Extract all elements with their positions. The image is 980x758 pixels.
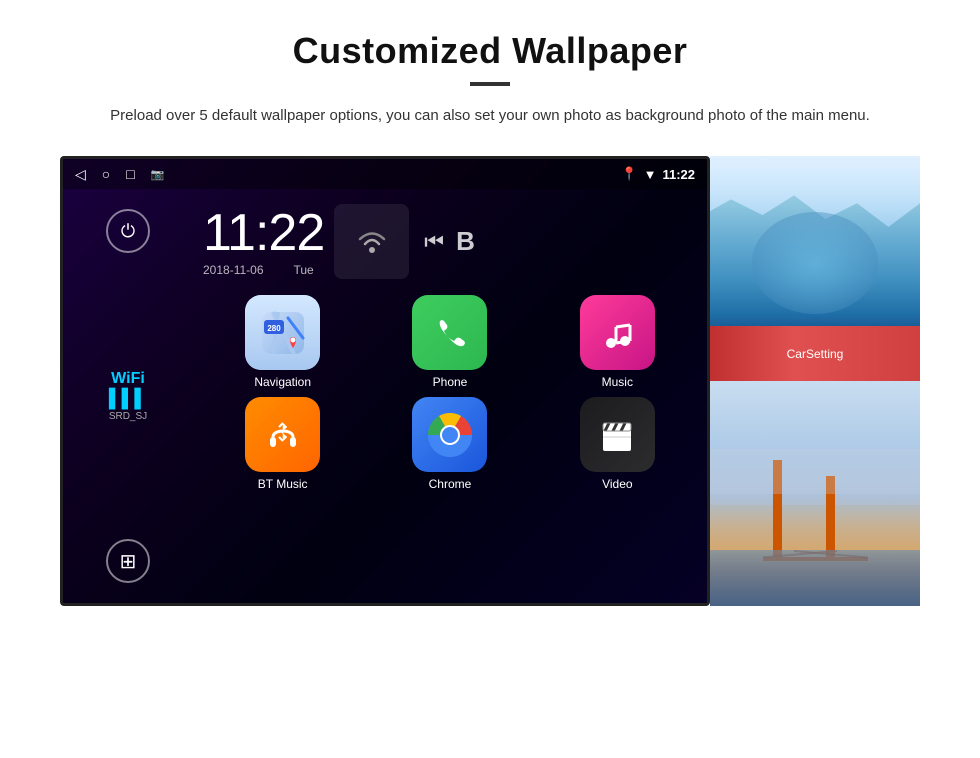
android-screen: ◁ ○ □ 📷 📍 ▼ 11:22 ⏻ WiFi ▌▌▌: [60, 156, 710, 606]
location-icon: 📍: [621, 166, 637, 182]
left-sidebar: ⏻ WiFi ▌▌▌ SRD_SJ ⊞: [63, 189, 193, 603]
music-app-label: Music: [602, 375, 633, 389]
page-wrapper: Customized Wallpaper Preload over 5 defa…: [0, 0, 980, 626]
screen-container: ◁ ○ □ 📷 📍 ▼ 11:22 ⏻ WiFi ▌▌▌: [60, 156, 920, 606]
camera-icon: 📷: [151, 168, 165, 181]
grid-button[interactable]: ⊞: [106, 539, 150, 583]
maps-icon-svg: 280: [258, 308, 308, 358]
power-icon: ⏻: [121, 221, 135, 242]
skip-prev-icon[interactable]: ⏮: [424, 229, 444, 255]
music-icon-svg: [597, 313, 637, 353]
home-icon[interactable]: ○: [102, 166, 110, 182]
back-icon[interactable]: ◁: [75, 166, 86, 183]
clock-date-value: 2018-11-06: [203, 263, 264, 277]
bt-app-label: BT Music: [258, 477, 308, 491]
recent-icon[interactable]: □: [126, 166, 134, 182]
signal-wave-icon: [352, 222, 392, 262]
bt-icon-svg: [263, 415, 303, 455]
wifi-label: WiFi: [111, 370, 145, 387]
clock-date: 2018-11-06 Tue: [203, 263, 324, 277]
chrome-app-icon: [412, 397, 487, 472]
power-button[interactable]: ⏻: [106, 209, 150, 253]
phone-app-icon: [412, 295, 487, 370]
app-grid: 280 Navigation: [193, 289, 707, 497]
page-description: Preload over 5 default wallpaper options…: [60, 104, 920, 128]
nav-app-icon: 280: [245, 295, 320, 370]
music-app-icon: [580, 295, 655, 370]
app-item-bt-music[interactable]: BT Music: [203, 397, 362, 491]
car-setting-thumb[interactable]: CarSetting: [710, 326, 920, 381]
video-app-label: Video: [602, 477, 632, 491]
app-item-video[interactable]: Video: [538, 397, 697, 491]
signal-icon: ▼: [644, 167, 657, 182]
main-content: 11:22 2018-11-06 Tue: [193, 189, 707, 603]
bt-app-icon: [245, 397, 320, 472]
app-item-phone[interactable]: Phone: [370, 295, 529, 389]
clock-area: 11:22 2018-11-06 Tue: [193, 189, 707, 289]
car-setting-label: CarSetting: [787, 347, 844, 361]
status-bar: ◁ ○ □ 📷 📍 ▼ 11:22: [63, 159, 707, 189]
wallpaper-top-container[interactable]: CarSetting: [710, 156, 920, 381]
wallpaper-panel: CarSetting: [710, 156, 920, 606]
video-icon-svg: [597, 415, 637, 455]
wifi-ssid: SRD_SJ: [109, 411, 147, 422]
app-item-chrome[interactable]: Chrome: [370, 397, 529, 491]
nav-app-label: Navigation: [254, 375, 311, 389]
wifi-info: WiFi ▌▌▌ SRD_SJ: [109, 370, 147, 422]
title-divider: [470, 82, 510, 86]
media-box[interactable]: [334, 204, 409, 279]
chrome-icon-svg: [425, 410, 475, 460]
app-item-music[interactable]: Music: [538, 295, 697, 389]
status-right: 📍 ▼ 11:22: [621, 166, 695, 182]
golden-gate-wallpaper[interactable]: [710, 381, 920, 606]
status-time: 11:22: [662, 167, 695, 182]
clock-time: 11:22: [203, 207, 324, 259]
clock-block: 11:22 2018-11-06 Tue: [203, 207, 324, 277]
status-left: ◁ ○ □ 📷: [75, 166, 164, 183]
clock-day-value: Tue: [294, 263, 314, 277]
video-app-icon: [580, 397, 655, 472]
grid-icon: ⊞: [120, 549, 137, 574]
app-item-navigation[interactable]: 280 Navigation: [203, 295, 362, 389]
phone-icon-svg: [430, 313, 470, 353]
wifi-bars-icon: ▌▌▌: [109, 388, 147, 409]
bluetooth-icon[interactable]: B: [456, 226, 475, 257]
page-title: Customized Wallpaper: [60, 30, 920, 72]
svg-text:280: 280: [267, 324, 281, 333]
phone-app-label: Phone: [433, 375, 468, 389]
chrome-app-label: Chrome: [429, 477, 472, 491]
